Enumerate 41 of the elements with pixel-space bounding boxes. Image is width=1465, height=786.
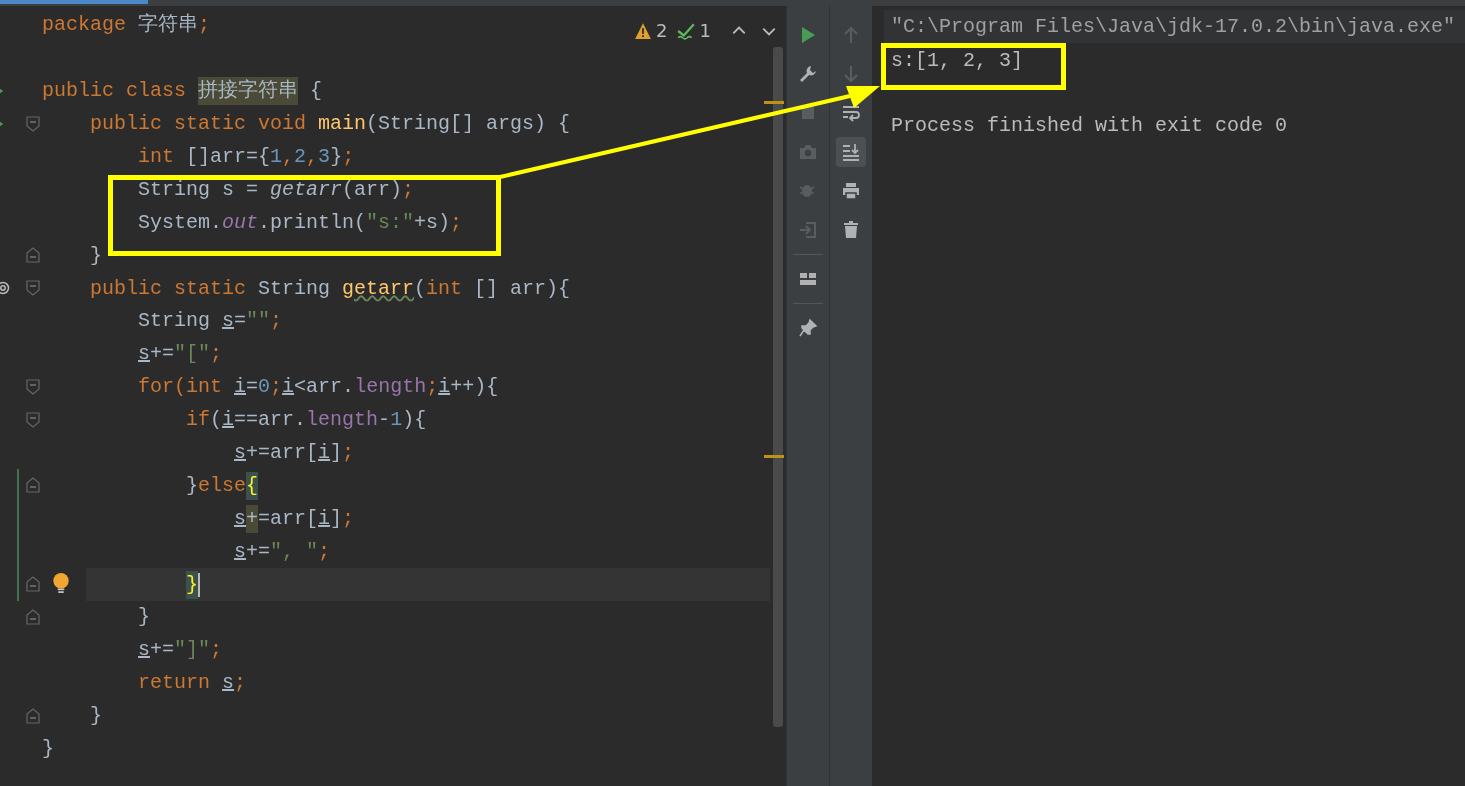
scrollbar[interactable]	[773, 47, 783, 727]
scroll-end-icon[interactable]	[836, 137, 866, 167]
code-line: }	[42, 736, 54, 763]
fold-icon[interactable]	[26, 707, 40, 724]
code-line: }	[137, 604, 151, 631]
fold-icon[interactable]	[26, 378, 40, 395]
console-line: Process finished with exit code 0	[890, 113, 1288, 139]
fold-icon[interactable]	[26, 115, 40, 132]
code-line: s+="]";	[137, 637, 223, 664]
code-line: if(i==arr.length-1){	[185, 407, 427, 434]
code-line: package 字符串;	[42, 12, 211, 39]
code-line: return s;	[137, 670, 247, 697]
fold-icon[interactable]	[26, 280, 40, 297]
console-line: s:[1, 2, 3]	[891, 49, 1024, 73]
code-line: }	[89, 242, 103, 269]
code-line: }	[42, 570, 201, 599]
code-line: s+=arr[i];	[233, 440, 355, 466]
code-line: System.out.println("s:"+s);	[137, 209, 463, 236]
code-line: String s = getarr(arr);	[137, 176, 415, 203]
lightbulb-icon[interactable]	[52, 572, 70, 595]
fold-icon[interactable]	[26, 576, 40, 593]
warning-icon[interactable]	[634, 21, 652, 40]
code-line: int []arr={1,2,3};	[137, 144, 355, 170]
code-line: public static String getarr(int [] arr){	[89, 275, 571, 302]
code-line: s+=arr[i];	[42, 504, 355, 533]
code-line: s+=", ";	[233, 538, 331, 565]
warning-count: 2	[656, 20, 668, 41]
check-icon[interactable]	[677, 21, 696, 40]
code-line: }else{	[42, 471, 259, 500]
fold-icon[interactable]	[26, 411, 40, 428]
fold-icon[interactable]	[26, 609, 40, 626]
code-line: for(int i=0;i<arr.length;i++){	[137, 374, 499, 401]
code-line: public class 拼接字符串 {	[42, 77, 323, 106]
code-line: s+="[";	[137, 341, 223, 368]
fold-icon[interactable]	[26, 247, 40, 264]
code-line: public static void main(String[] args) {	[89, 111, 571, 138]
code-line: }	[89, 703, 103, 730]
fold-icon[interactable]	[26, 477, 40, 494]
weak-warning-count: 1	[699, 20, 711, 41]
code-line: String s="";	[137, 308, 283, 335]
override-icon[interactable]	[0, 281, 10, 296]
